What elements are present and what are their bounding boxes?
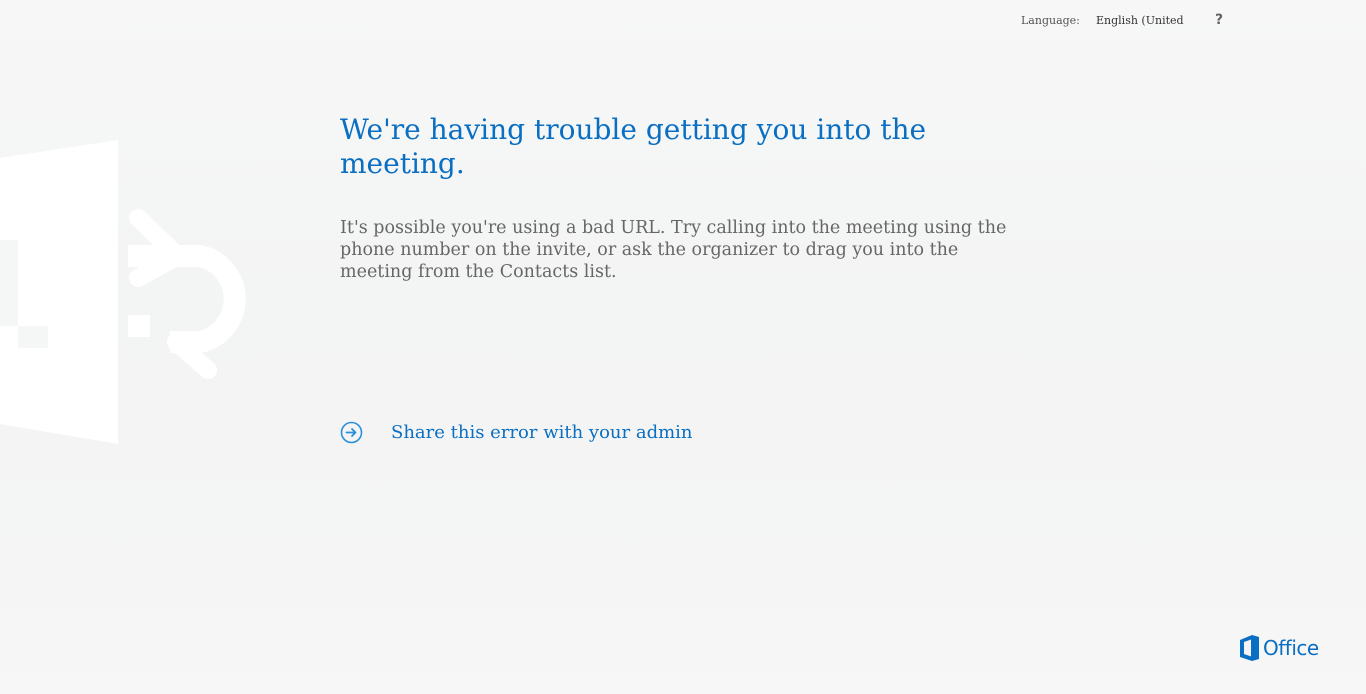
share-error-link[interactable]: Share this error with your admin (340, 419, 693, 445)
office-logo-icon (1240, 635, 1259, 661)
lync-logo-watermark-icon (0, 140, 246, 444)
help-icon[interactable]: ? (1212, 12, 1226, 28)
language-label: Language: (1021, 14, 1080, 27)
error-title: We're having trouble getting you into th… (340, 113, 927, 180)
language-selector[interactable]: English (United (1096, 14, 1192, 27)
error-message: It's possible you're using a bad URL. Tr… (340, 218, 1007, 282)
office-brand: Office (1238, 634, 1319, 662)
top-bar: Language: English (United ? (0, 12, 1366, 29)
office-wordmark: Office (1263, 636, 1319, 660)
share-error-label: Share this error with your admin (391, 421, 693, 443)
arrow-right-circle-icon (340, 421, 363, 443)
